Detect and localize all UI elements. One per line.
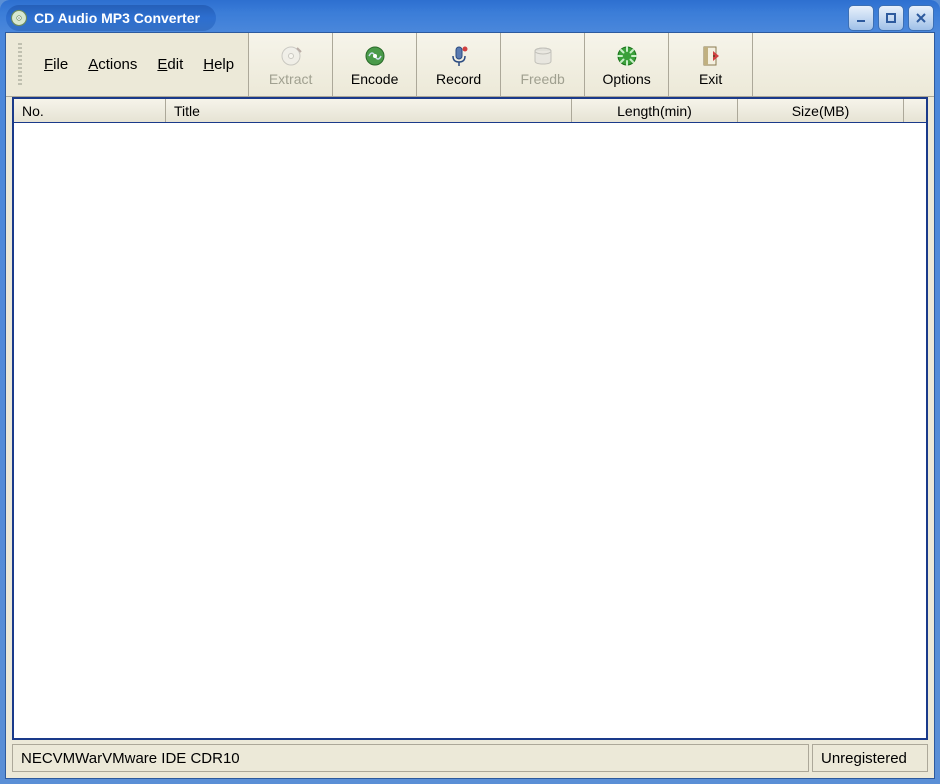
- app-icon: [10, 9, 28, 27]
- record-label: Record: [436, 71, 481, 87]
- titlebar[interactable]: CD Audio MP3 Converter: [0, 0, 940, 32]
- menubar: File Actions Edit Help: [6, 33, 249, 96]
- options-icon: [614, 43, 640, 69]
- column-size-label: Size(MB): [792, 103, 850, 119]
- menu-help[interactable]: Help: [201, 54, 236, 75]
- column-no-label: No.: [22, 103, 44, 119]
- exit-label: Exit: [699, 71, 722, 87]
- client-area: File Actions Edit Help Extract Encode: [5, 32, 935, 779]
- freedb-label: Freedb: [520, 71, 564, 87]
- encode-icon: [362, 43, 388, 69]
- menu-edit[interactable]: Edit: [155, 54, 185, 75]
- toolbar: Extract Encode Record: [249, 33, 934, 96]
- close-button[interactable]: [908, 5, 934, 31]
- list-header: No. Title Length(min) Size(MB): [14, 99, 926, 123]
- status-device-text: NECVMWarVMware IDE CDR10: [21, 750, 240, 767]
- status-registration-text: Unregistered: [821, 750, 907, 767]
- statusbar: NECVMWarVMware IDE CDR10 Unregistered: [12, 744, 928, 772]
- column-size[interactable]: Size(MB): [738, 99, 904, 122]
- column-title[interactable]: Title: [166, 99, 572, 122]
- menubar-grip: [18, 43, 22, 87]
- extract-icon: [278, 43, 304, 69]
- title-container: CD Audio MP3 Converter: [6, 5, 216, 31]
- extract-label: Extract: [269, 71, 313, 87]
- exit-button[interactable]: Exit: [669, 33, 753, 96]
- options-label: Options: [603, 71, 651, 87]
- application-window: CD Audio MP3 Converter File Actions Edit…: [0, 0, 940, 784]
- track-list[interactable]: No. Title Length(min) Size(MB): [12, 97, 928, 740]
- window-controls: [848, 5, 934, 31]
- toolbar-row: File Actions Edit Help Extract Encode: [6, 33, 934, 97]
- encode-button[interactable]: Encode: [333, 33, 417, 96]
- record-button[interactable]: Record: [417, 33, 501, 96]
- column-length-label: Length(min): [617, 103, 692, 119]
- extract-button: Extract: [249, 33, 333, 96]
- status-device: NECVMWarVMware IDE CDR10: [12, 744, 809, 772]
- menu-actions[interactable]: Actions: [86, 54, 139, 75]
- freedb-button: Freedb: [501, 33, 585, 96]
- column-spacer: [904, 99, 926, 122]
- menu-file[interactable]: File: [42, 54, 70, 75]
- column-no[interactable]: No.: [14, 99, 166, 122]
- options-button[interactable]: Options: [585, 33, 669, 96]
- minimize-button[interactable]: [848, 5, 874, 31]
- status-registration: Unregistered: [812, 744, 928, 772]
- column-title-label: Title: [174, 103, 200, 119]
- window-title: CD Audio MP3 Converter: [34, 10, 200, 26]
- maximize-button[interactable]: [878, 5, 904, 31]
- toolbar-spacer: [753, 33, 934, 96]
- record-icon: [446, 43, 472, 69]
- encode-label: Encode: [351, 71, 398, 87]
- column-length[interactable]: Length(min): [572, 99, 738, 122]
- freedb-icon: [530, 43, 556, 69]
- exit-icon: [698, 43, 724, 69]
